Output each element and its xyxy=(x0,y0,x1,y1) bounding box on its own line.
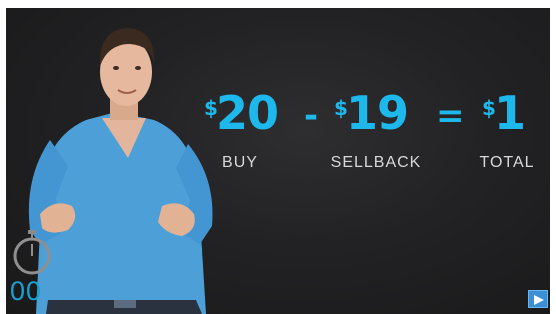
buy-label: BUY xyxy=(222,154,258,171)
total-value: 1 xyxy=(494,86,526,140)
minus-sign: - xyxy=(304,96,319,136)
play-button[interactable] xyxy=(528,290,548,308)
play-icon xyxy=(534,295,544,305)
buy-value: 20 xyxy=(216,86,279,140)
total-label: TOTAL xyxy=(479,154,535,171)
sellback-value: 19 xyxy=(346,86,409,140)
sellback-label: SELLBACK xyxy=(330,154,422,171)
video-player[interactable]: $ 20 - $ 19 = $ 1 BUY SELLBACK TOTAL 00 xyxy=(6,8,550,314)
equals-sign: = xyxy=(436,96,465,136)
equation: $ 20 - $ 19 = $ 1 BUY SELLBACK TOTAL xyxy=(192,86,542,182)
timer-digits: 00 xyxy=(10,276,43,306)
